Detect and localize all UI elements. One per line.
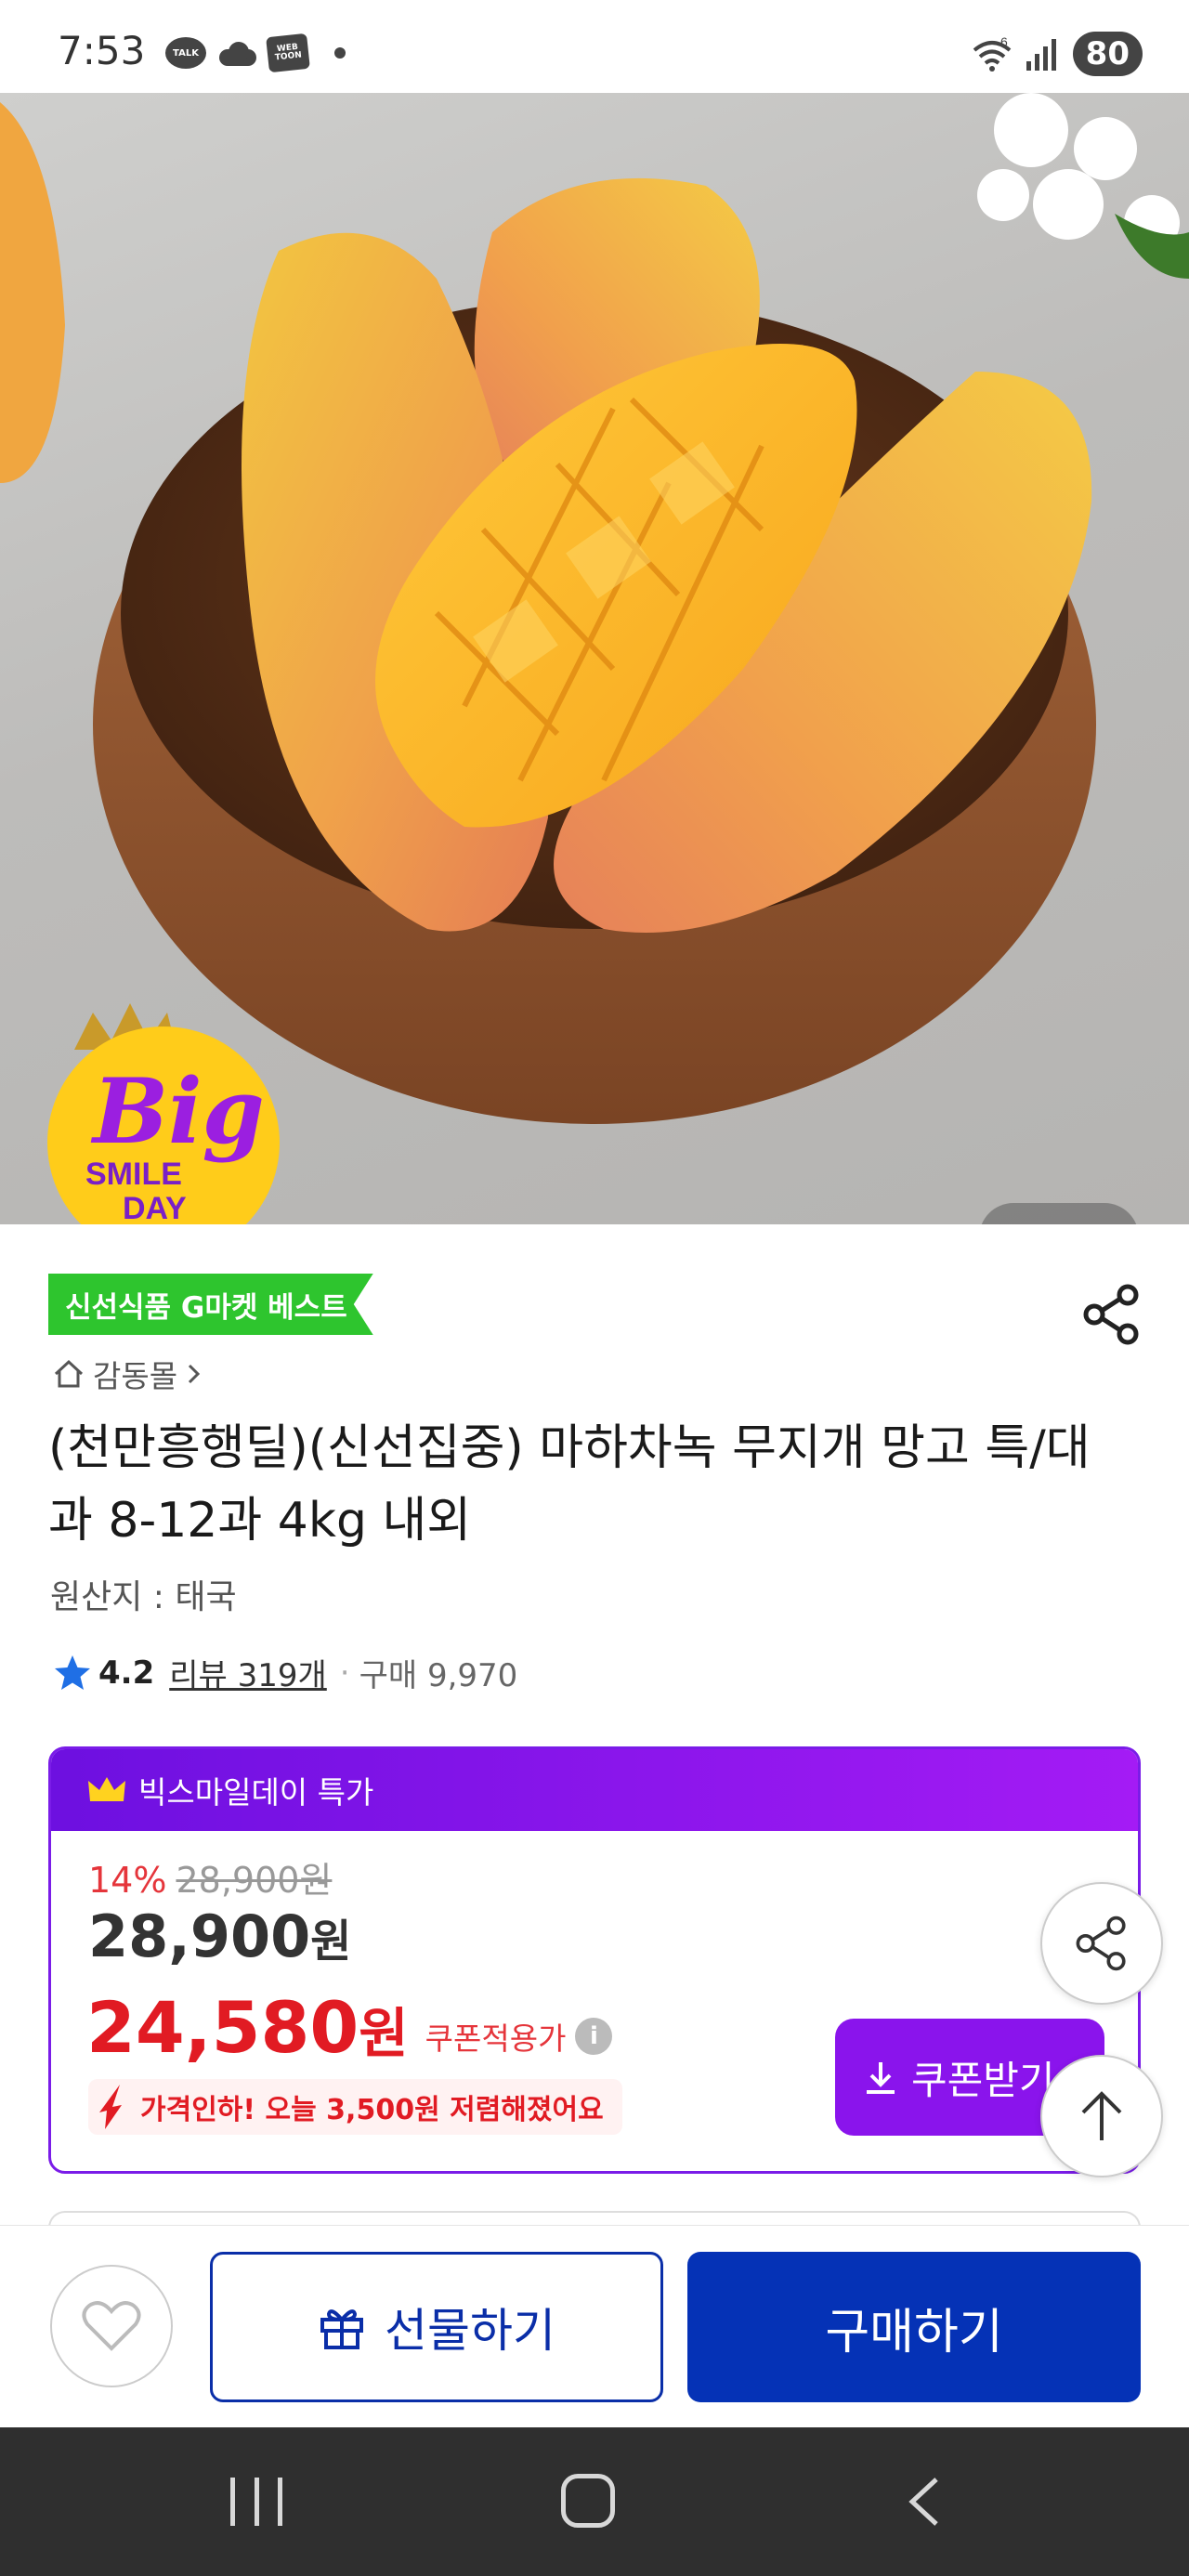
kakaotalk-label: TALK — [173, 47, 199, 59]
chevron-right-icon — [189, 1364, 201, 1384]
gift-button[interactable]: 선물하기 — [210, 2252, 663, 2402]
badge-smile-text: SMILE — [85, 1157, 182, 1192]
crown-icon — [88, 1777, 125, 1801]
arrow-up-icon — [1081, 2091, 1122, 2140]
info-icon[interactable]: i — [575, 2017, 613, 2055]
coupon-button-label: 쿠폰받기 — [911, 2057, 1055, 2103]
gift-label: 선물하기 — [385, 2304, 555, 2358]
product-image[interactable]: Big SMILE DAY 1 / 1 — [0, 93, 1189, 1224]
coupon-price-unit: 원 — [359, 2002, 409, 2065]
star-icon — [55, 1654, 90, 1690]
coupon-price-number: 24,580 — [86, 1986, 359, 2069]
gift-icon — [320, 2309, 363, 2349]
sale-price-unit: 원 — [310, 1916, 352, 1968]
coupon-price-row: 24,580원 쿠폰적용가 i — [86, 1986, 613, 2069]
webtoon-label-2: TOON — [274, 50, 303, 63]
product-title: (천만흥행딜)(신선집중) 마하차녹 무지개 망고 특/대과 8-12과 4kg… — [48, 1420, 1091, 1549]
price-drop-text: 가격인하! 오늘 3,500원 저렴해졌어요 — [140, 2094, 604, 2126]
purchase-count: 구매 9,970 — [359, 1657, 518, 1694]
share-icon — [1076, 1916, 1126, 1971]
notification-icons: TALK WEB TOON — [165, 33, 346, 73]
floating-share-button[interactable] — [1040, 1882, 1163, 2005]
system-nav-bar — [0, 2427, 1189, 2576]
signal-icon — [1026, 37, 1060, 71]
original-price: 28,900원 — [176, 1860, 333, 1901]
share-icon[interactable] — [1079, 1282, 1144, 1347]
store-link[interactable]: 감동몰 — [52, 1352, 203, 1396]
wifi-icon: 6 — [973, 35, 1011, 72]
discount-rate: 14% — [88, 1860, 167, 1901]
scroll-to-top-button[interactable] — [1040, 2055, 1163, 2177]
price-box: 빅스마일데이 특가 14% 28,900원 28,900원 24,580원 쿠폰… — [48, 1746, 1141, 2174]
system-icons: 6 80 — [971, 32, 1143, 76]
recents-button[interactable] — [230, 2478, 282, 2526]
review-link[interactable]: 리뷰 319개 — [169, 1650, 327, 1695]
sale-price: 28,900원 — [88, 1903, 351, 1970]
buy-button[interactable]: 구매하기 — [687, 2252, 1141, 2402]
rating-value: 4.2 — [98, 1654, 155, 1692]
separator-dot: · — [339, 1654, 350, 1692]
heart-icon — [82, 2301, 141, 2351]
action-bar: 선물하기 구매하기 — [0, 2225, 1189, 2427]
kakaotalk-icon: TALK — [165, 37, 206, 69]
battery-indicator: 80 — [1072, 32, 1143, 76]
price-drop-notice: 가격인하! 오늘 3,500원 저렴해졌어요 — [88, 2079, 622, 2135]
sale-price-number: 28,900 — [88, 1903, 311, 1970]
status-bar: 7:53 TALK WEB TOON 6 80 — [0, 0, 1189, 93]
promo-title: 빅스마일데이 특가 — [138, 1774, 374, 1811]
download-icon — [867, 2062, 895, 2094]
arrow-down-icon — [99, 2085, 122, 2129]
coupon-label: 쿠폰적용가 — [425, 2020, 567, 2057]
store-name: 감동몰 — [93, 1358, 178, 1394]
home-icon — [54, 1359, 84, 1388]
promo-header: 빅스마일데이 특가 — [51, 1749, 1138, 1831]
rating-row: 4.2 리뷰 319개 · 구매 9,970 — [52, 1650, 517, 1695]
badge-big-text: Big — [90, 1059, 265, 1164]
home-button[interactable] — [561, 2474, 615, 2528]
coupon-price: 24,580원 — [86, 1986, 409, 2069]
best-tag: 신선식품 G마켓 베스트 — [48, 1274, 373, 1335]
back-button[interactable] — [901, 2474, 947, 2530]
wifi-badge: 6 — [1000, 35, 1008, 49]
status-time: 7:53 — [58, 28, 146, 73]
badge-day-text: DAY — [123, 1191, 187, 1224]
discount-row: 14% 28,900원 — [88, 1851, 332, 1903]
wishlist-button[interactable] — [50, 2265, 173, 2387]
webtoon-icon: WEB TOON — [266, 33, 310, 73]
image-counter: 1 / 1 — [979, 1203, 1139, 1224]
dot-icon — [334, 47, 346, 59]
big-smile-day-badge: Big SMILE DAY — [37, 985, 290, 1224]
origin-info: 원산지 : 태국 — [50, 1578, 237, 1616]
cloud-icon — [216, 40, 258, 66]
